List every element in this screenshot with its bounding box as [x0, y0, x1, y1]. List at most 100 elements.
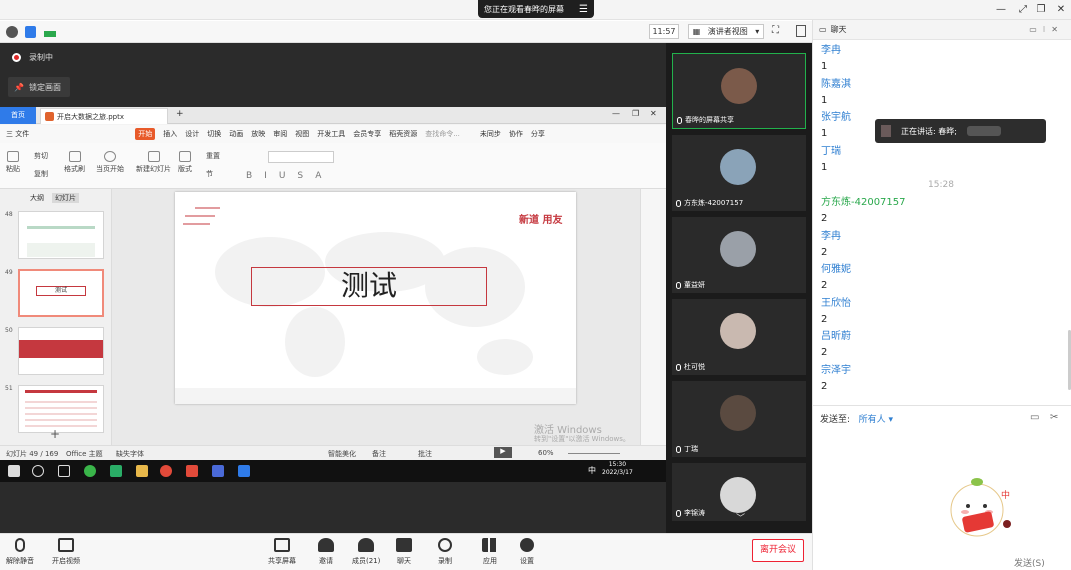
tab-outline[interactable]: 大纲	[30, 193, 44, 203]
slide-thumb-51[interactable]	[18, 385, 104, 433]
send-button[interactable]: 发送(S)	[1014, 556, 1045, 569]
share-button[interactable]: 分享	[531, 129, 545, 139]
search-command-input[interactable]: 查找命令...	[425, 129, 460, 139]
comment-button[interactable]: 批注	[418, 449, 432, 459]
hamburger-icon[interactable]: ☰	[579, 4, 588, 15]
font-family-select[interactable]	[268, 151, 334, 163]
apps-button[interactable]: 应用	[482, 538, 498, 566]
menu-tab-member[interactable]: 会员专享	[353, 129, 381, 139]
video-tile[interactable]: 杜可悦	[672, 299, 806, 375]
chat-sender[interactable]: 陈嘉淇	[821, 76, 1061, 93]
menu-tab-docer[interactable]: 稻壳资源	[389, 129, 417, 139]
notes-button[interactable]: 备注	[372, 449, 386, 459]
send-to-value[interactable]: 所有人	[859, 415, 886, 425]
chat-sender[interactable]: 吕昕蔚	[821, 328, 1061, 345]
missing-font[interactable]: 缺失字体	[116, 449, 144, 459]
menu-tab-slideshow[interactable]: 放映	[251, 129, 265, 139]
watching-banner[interactable]: 您正在观看春晔的屏幕 ☰	[478, 0, 594, 18]
close-icon[interactable]: ✕	[1054, 3, 1068, 17]
windows-start-icon[interactable]	[8, 465, 20, 477]
play-icon[interactable]: ▶	[494, 447, 512, 458]
sidebar-toggle-icon[interactable]	[796, 25, 806, 37]
zoom-slider[interactable]	[568, 453, 620, 454]
settings-button[interactable]: 设置	[520, 538, 534, 566]
chat-sender[interactable]: 丁瑞	[821, 143, 1061, 160]
slide-title[interactable]: 测试	[251, 267, 487, 306]
menu-tab-developer[interactable]: 开发工具	[317, 129, 345, 139]
video-tile[interactable]: 方东炼-42007157	[672, 135, 806, 211]
video-tile[interactable]: 董益妍	[672, 217, 806, 293]
slide-thumb-50[interactable]	[18, 327, 104, 375]
zoom-level[interactable]: 60%	[538, 449, 554, 457]
chat-sender[interactable]: 李冉	[821, 42, 1061, 59]
menu-tab-view[interactable]: 视图	[295, 129, 309, 139]
tencent-meeting-icon[interactable]	[238, 465, 250, 477]
minimize-icon[interactable]: —	[612, 109, 620, 118]
section-button[interactable]: 节	[206, 169, 213, 179]
wps-icon[interactable]	[186, 465, 198, 477]
folder-icon[interactable]	[136, 465, 148, 477]
share-screen-button[interactable]: 共享屏幕	[268, 538, 296, 566]
slide-thumb-48[interactable]	[18, 211, 104, 259]
from-current-button[interactable]: 当页开始	[96, 151, 124, 174]
new-slide-button[interactable]: 新建幻灯片	[136, 151, 171, 174]
menu-tab-design[interactable]: 设计	[185, 129, 199, 139]
cut-button[interactable]: 剪切	[34, 151, 48, 161]
slide[interactable]: 新道 用友 测试	[175, 192, 576, 404]
reset-button[interactable]: 重置	[206, 151, 220, 161]
chat-sender[interactable]: 方东炼-42007157	[821, 194, 1061, 211]
menu-tab-animation[interactable]: 动画	[229, 129, 243, 139]
invite-button[interactable]: 邀请	[318, 538, 334, 566]
app-icon[interactable]	[84, 465, 96, 477]
start-video-button[interactable]: 开启视频	[52, 538, 80, 566]
menu-tab-transition[interactable]: 切换	[207, 129, 221, 139]
layout-button[interactable]: 版式	[178, 151, 192, 174]
file-icon[interactable]: ▭	[1030, 412, 1039, 423]
wps-doc-tab[interactable]: 开启大数据之旅.pptx	[40, 108, 168, 124]
signal-icon[interactable]	[44, 27, 56, 37]
add-slide-icon[interactable]: +	[50, 427, 60, 441]
format-painter-button[interactable]: 格式刷	[64, 151, 85, 174]
restore-icon[interactable]: ❐	[1034, 3, 1048, 17]
chrome-icon[interactable]	[160, 465, 172, 477]
app-icon[interactable]	[212, 465, 224, 477]
members-button[interactable]: 成员(21)	[352, 538, 380, 566]
chat-button[interactable]: 聊天	[396, 538, 412, 566]
taskbar-clock[interactable]: 15:30 2022/3/17	[602, 461, 633, 477]
font-style-buttons[interactable]: BIUSA	[246, 171, 333, 181]
send-to-row[interactable]: 发送至: 所有人 ▾	[820, 412, 893, 425]
paste-button[interactable]: 粘贴	[6, 151, 20, 174]
chat-sender[interactable]: 李冉	[821, 228, 1061, 245]
minimize-icon[interactable]: —	[994, 3, 1008, 17]
chevron-down-icon[interactable]: ﹀	[736, 511, 745, 524]
chat-sender[interactable]: 王欣怡	[821, 295, 1061, 312]
record-button[interactable]: 录制	[438, 538, 452, 566]
ime-indicator[interactable]: 中	[588, 465, 596, 476]
wps-home-tab[interactable]: 首页	[0, 107, 36, 124]
view-mode-select[interactable]: ▦ 演讲者视图 ▾	[688, 24, 764, 39]
lock-screen-button[interactable]: 📌 锁定画面	[8, 77, 70, 97]
unmute-button[interactable]: 解除静音	[6, 538, 34, 566]
leave-meeting-button[interactable]: 离开会议	[752, 539, 804, 562]
slide-thumb-49[interactable]: 测试	[18, 269, 104, 317]
info-icon[interactable]	[6, 26, 18, 38]
screenshot-icon[interactable]: ✂	[1050, 412, 1058, 423]
file-menu[interactable]: 三 文件	[6, 129, 29, 139]
chat-sender[interactable]: 宗泽宇	[821, 362, 1061, 379]
smart-beautify[interactable]: 智能美化	[328, 449, 356, 459]
shield-icon[interactable]	[25, 26, 36, 38]
restore-icon[interactable]: ❐	[632, 109, 639, 118]
search-icon[interactable]	[32, 465, 44, 477]
menu-tab-insert[interactable]: 插入	[163, 129, 177, 139]
collab-button[interactable]: 协作	[509, 129, 523, 139]
chat-sender[interactable]: 何雅妮	[821, 261, 1061, 278]
copy-button[interactable]: 复制	[34, 169, 48, 179]
menu-tab-start[interactable]: 开始	[135, 128, 156, 140]
close-icon[interactable]: ✕	[650, 109, 657, 118]
wechat-icon[interactable]	[110, 465, 122, 477]
tab-slides[interactable]: 幻灯片	[52, 193, 79, 203]
video-tile[interactable]: 丁瑞	[672, 381, 806, 457]
task-view-icon[interactable]	[58, 465, 70, 477]
expand-icon[interactable]: ⛶	[772, 25, 779, 36]
video-tile[interactable]: 春晔的屏幕共享	[672, 53, 806, 129]
